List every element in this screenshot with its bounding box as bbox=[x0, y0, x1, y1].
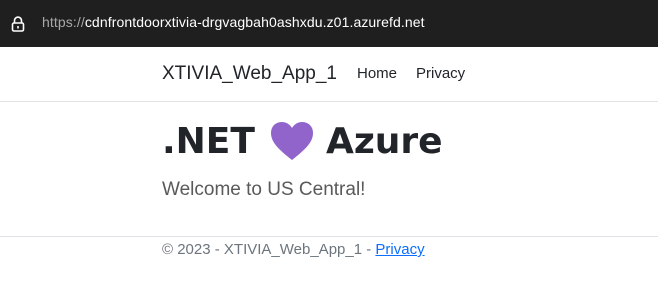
footer: © 2023 - XTIVIA_Web_App_1 - Privacy bbox=[162, 241, 425, 258]
hero-dotnet-text: .NET bbox=[162, 121, 255, 162]
heart-icon bbox=[270, 121, 313, 160]
footer-divider bbox=[0, 236, 658, 237]
url-scheme: https:// bbox=[42, 14, 85, 30]
nav-privacy-link[interactable]: Privacy bbox=[416, 65, 465, 82]
welcome-message: Welcome to US Central! bbox=[162, 179, 366, 200]
url-host: cdnfrontdoorxtivia-drgvagbah0ashxdu.z01.… bbox=[84, 14, 425, 30]
footer-privacy-link[interactable]: Privacy bbox=[375, 241, 424, 258]
brand-link[interactable]: XTIVIA_Web_App_1 bbox=[162, 63, 337, 85]
navbar: XTIVIA_Web_App_1 Home Privacy bbox=[0, 47, 658, 102]
footer-copyright: © 2023 - XTIVIA_Web_App_1 - bbox=[162, 241, 376, 258]
browser-address-bar[interactable]: https://cdnfrontdoorxtivia-drgvagbah0ash… bbox=[0, 0, 658, 47]
hero-heading: .NET Azure bbox=[162, 121, 443, 171]
url-field[interactable]: https://cdnfrontdoorxtivia-drgvagbah0ash… bbox=[42, 14, 425, 30]
hero-azure-text: Azure bbox=[325, 121, 443, 162]
nav-home-link[interactable]: Home bbox=[357, 65, 397, 82]
lock-icon[interactable] bbox=[11, 16, 25, 32]
